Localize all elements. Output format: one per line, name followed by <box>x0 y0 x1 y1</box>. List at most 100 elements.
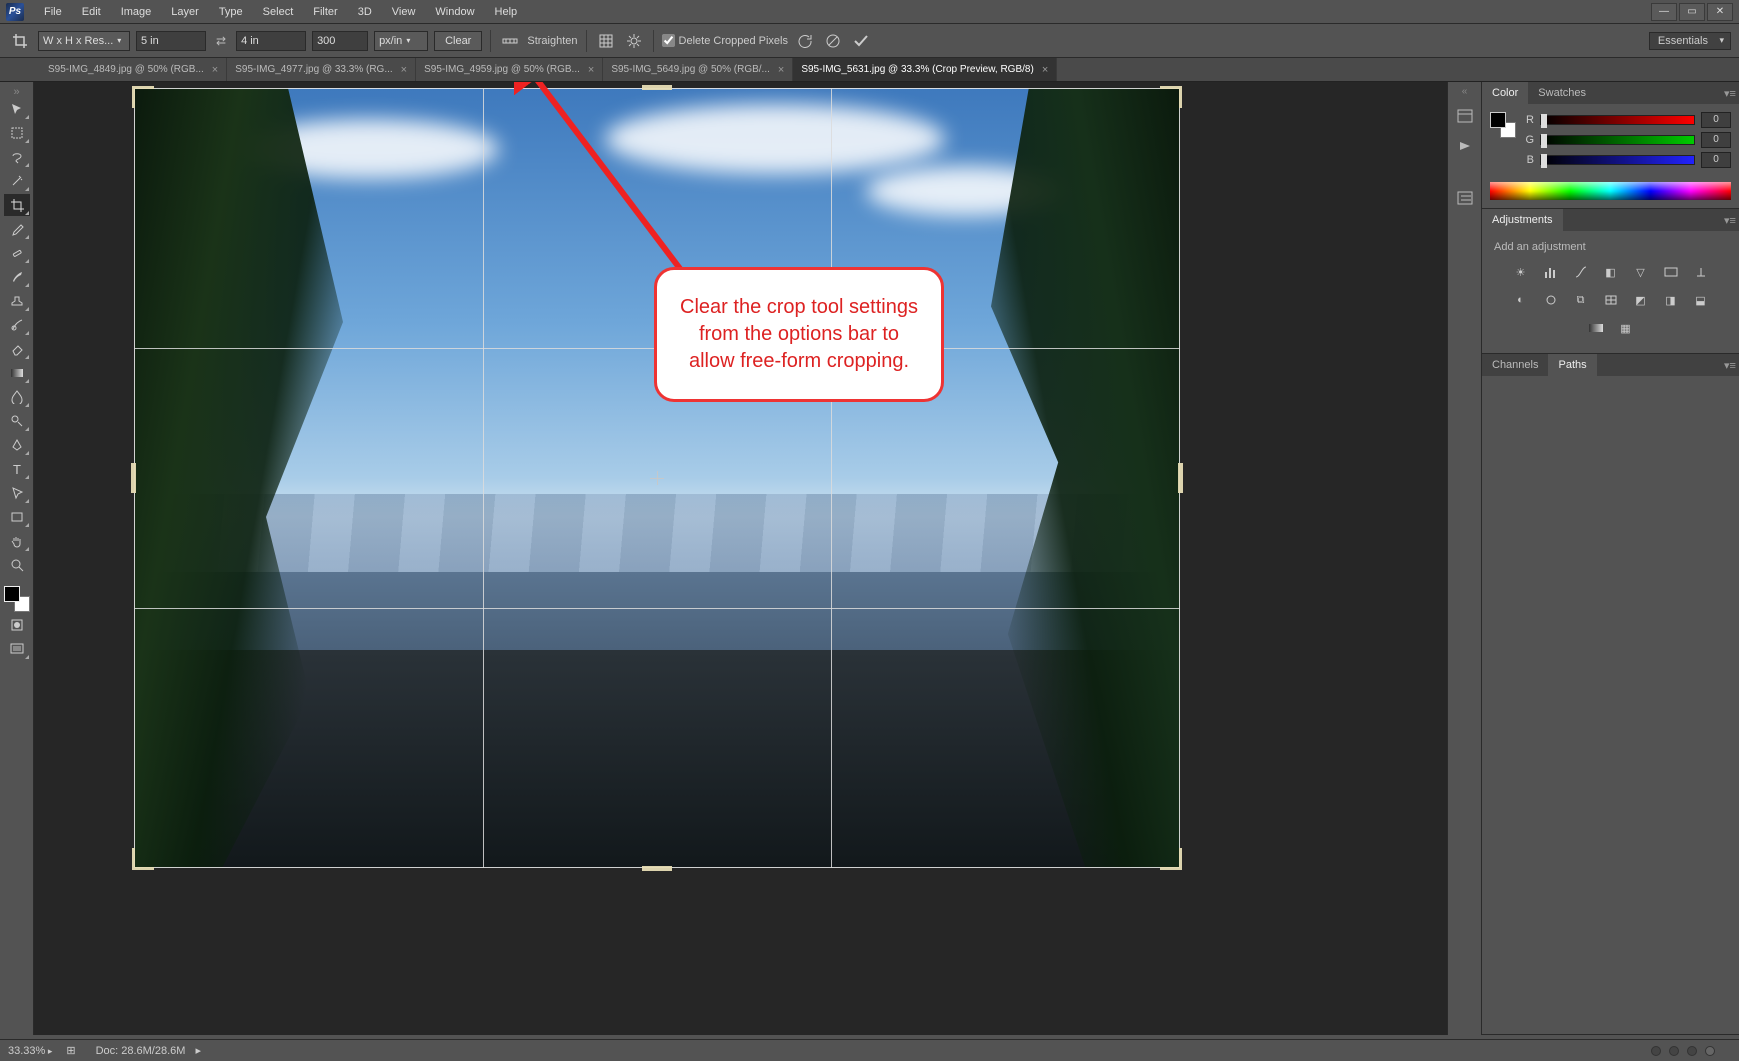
zoom-tool[interactable] <box>4 554 30 576</box>
menu-view[interactable]: View <box>382 0 426 24</box>
reset-crop-icon[interactable] <box>794 31 816 51</box>
move-tool[interactable] <box>4 98 30 120</box>
invert-icon[interactable]: ◩ <box>1631 291 1651 309</box>
levels-icon[interactable] <box>1541 263 1561 281</box>
r-slider[interactable] <box>1540 115 1695 125</box>
expose-icon[interactable]: ⊞ <box>66 1044 75 1057</box>
properties-panel-icon[interactable] <box>1453 187 1477 209</box>
cancel-crop-icon[interactable] <box>822 31 844 51</box>
crop-tool[interactable] <box>4 194 30 216</box>
info-expand-icon[interactable]: ▸ <box>195 1044 201 1057</box>
resolution-field[interactable] <box>312 31 368 51</box>
canvas-area[interactable]: Clear the crop tool settings from the op… <box>34 82 1447 1035</box>
menu-3d[interactable]: 3D <box>348 0 382 24</box>
document-tab[interactable]: S95-IMG_5649.jpg @ 50% (RGB/...× <box>603 58 793 81</box>
history-brush-tool[interactable] <box>4 314 30 336</box>
panel-menu-icon[interactable]: ▾≡ <box>1721 209 1739 231</box>
gradient-tool[interactable] <box>4 362 30 384</box>
close-icon[interactable]: × <box>1042 64 1048 76</box>
brightness-icon[interactable]: ☀ <box>1511 263 1531 281</box>
toolbox-collapse-icon[interactable]: » <box>3 86 31 96</box>
minimize-button[interactable]: — <box>1651 3 1677 21</box>
straighten-label[interactable]: Straighten <box>527 35 577 47</box>
swap-dims-icon[interactable]: ⇄ <box>212 34 230 48</box>
lasso-tool[interactable] <box>4 146 30 168</box>
close-button[interactable]: ✕ <box>1707 3 1733 21</box>
hue-icon[interactable] <box>1661 263 1681 281</box>
delete-cropped-input[interactable] <box>662 34 675 47</box>
color-spectrum[interactable] <box>1490 182 1731 200</box>
menu-type[interactable]: Type <box>209 0 253 24</box>
quickmask-tool[interactable] <box>4 614 30 636</box>
g-value[interactable]: 0 <box>1701 132 1731 148</box>
blur-tool[interactable] <box>4 386 30 408</box>
tab-swatches[interactable]: Swatches <box>1528 82 1596 104</box>
colorlookup-icon[interactable] <box>1601 291 1621 309</box>
resolution-unit-dropdown[interactable]: px/in▾ <box>374 31 428 51</box>
clear-button[interactable]: Clear <box>434 31 482 51</box>
menu-file[interactable]: File <box>34 0 72 24</box>
curves-icon[interactable] <box>1571 263 1591 281</box>
channelmixer-icon[interactable]: ⧉ <box>1571 291 1591 309</box>
menu-help[interactable]: Help <box>485 0 528 24</box>
type-tool[interactable]: T <box>4 458 30 480</box>
menu-window[interactable]: Window <box>425 0 484 24</box>
workspace-switcher[interactable]: Essentials <box>1649 32 1731 50</box>
menu-edit[interactable]: Edit <box>72 0 111 24</box>
document-tab[interactable]: S95-IMG_5631.jpg @ 33.3% (Crop Preview, … <box>793 58 1057 81</box>
menu-filter[interactable]: Filter <box>303 0 347 24</box>
color-swatch[interactable] <box>1490 112 1516 138</box>
crop-options-gear-icon[interactable] <box>623 31 645 51</box>
menu-select[interactable]: Select <box>253 0 304 24</box>
pen-tool[interactable] <box>4 434 30 456</box>
shape-tool[interactable] <box>4 506 30 528</box>
foreground-background-swatch[interactable] <box>4 586 30 612</box>
vibrance-icon[interactable]: ▽ <box>1631 263 1651 281</box>
bw-icon[interactable]: ◐ <box>1511 291 1531 309</box>
tab-color[interactable]: Color <box>1482 82 1528 104</box>
close-icon[interactable]: × <box>401 64 407 76</box>
photofilter-icon[interactable] <box>1541 291 1561 309</box>
commit-crop-icon[interactable] <box>850 31 872 51</box>
doc-info[interactable]: Doc: 28.6M/28.6M <box>96 1045 186 1057</box>
delete-cropped-checkbox[interactable]: Delete Cropped Pixels <box>662 34 788 47</box>
screenmode-tool[interactable] <box>4 638 30 660</box>
crop-width-field[interactable] <box>136 31 206 51</box>
marquee-tool[interactable] <box>4 122 30 144</box>
threshold-icon[interactable]: ⬓ <box>1691 291 1711 309</box>
maximize-button[interactable]: ▭ <box>1679 3 1705 21</box>
exposure-icon[interactable]: ◧ <box>1601 263 1621 281</box>
document-tab[interactable]: S95-IMG_4849.jpg @ 50% (RGB...× <box>40 58 227 81</box>
close-icon[interactable]: × <box>588 64 594 76</box>
r-value[interactable]: 0 <box>1701 112 1731 128</box>
stamp-tool[interactable] <box>4 290 30 312</box>
crop-preset-dropdown[interactable]: W x H x Res...▾ <box>38 31 130 51</box>
selectivecolor-icon[interactable]: ▦ <box>1616 319 1636 337</box>
menu-layer[interactable]: Layer <box>161 0 209 24</box>
image-canvas[interactable] <box>134 88 1180 868</box>
path-select-tool[interactable] <box>4 482 30 504</box>
hand-tool[interactable] <box>4 530 30 552</box>
document-tab[interactable]: S95-IMG_4959.jpg @ 50% (RGB...× <box>416 58 603 81</box>
posterize-icon[interactable]: ◨ <box>1661 291 1681 309</box>
document-tab[interactable]: S95-IMG_4977.jpg @ 33.3% (RG...× <box>227 58 416 81</box>
colorbalance-icon[interactable] <box>1691 263 1711 281</box>
brush-tool[interactable] <box>4 266 30 288</box>
dodge-tool[interactable] <box>4 410 30 432</box>
eraser-tool[interactable] <box>4 338 30 360</box>
g-slider[interactable] <box>1540 135 1695 145</box>
zoom-level[interactable]: 33.33% <box>8 1045 52 1057</box>
menu-image[interactable]: Image <box>111 0 162 24</box>
gradientmap-icon[interactable] <box>1586 319 1606 337</box>
dock-expand-icon[interactable]: « <box>1462 86 1468 97</box>
paths-list[interactable] <box>1482 376 1739 976</box>
tab-adjustments[interactable]: Adjustments <box>1482 209 1563 231</box>
b-value[interactable]: 0 <box>1701 152 1731 168</box>
tab-channels[interactable]: Channels <box>1482 354 1548 376</box>
heal-tool[interactable] <box>4 242 30 264</box>
panel-menu-icon[interactable]: ▾≡ <box>1721 82 1739 104</box>
close-icon[interactable]: × <box>778 64 784 76</box>
straighten-icon[interactable] <box>499 31 521 51</box>
panel-menu-icon[interactable]: ▾≡ <box>1721 354 1739 376</box>
b-slider[interactable] <box>1540 155 1695 165</box>
